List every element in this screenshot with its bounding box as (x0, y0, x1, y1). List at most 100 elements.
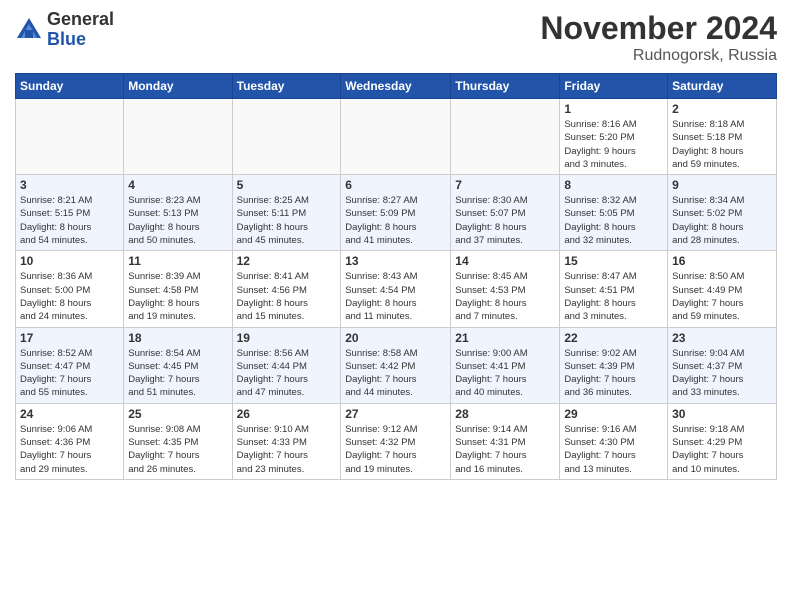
day-number: 13 (345, 254, 446, 268)
day-info: Sunrise: 9:02 AM Sunset: 4:39 PM Dayligh… (564, 347, 663, 400)
page-container: General Blue November 2024 Rudnogorsk, R… (0, 0, 792, 490)
day-info: Sunrise: 9:06 AM Sunset: 4:36 PM Dayligh… (20, 423, 119, 476)
col-tuesday: Tuesday (232, 74, 341, 99)
day-info: Sunrise: 8:54 AM Sunset: 4:45 PM Dayligh… (128, 347, 227, 400)
col-monday: Monday (124, 74, 232, 99)
calendar-week-row: 24 Sunrise: 9:06 AM Sunset: 4:36 PM Dayli… (16, 403, 777, 479)
logo: General Blue (15, 10, 114, 50)
table-row: 10Sunrise: 8:36 AM Sunset: 5:00 PM Dayli… (16, 251, 124, 327)
day-number: 24 (20, 407, 119, 421)
day-info: Sunrise: 9:16 AM Sunset: 4:30 PM Dayligh… (564, 423, 663, 476)
table-row: 17 Sunrise: 8:52 AM Sunset: 4:47 PM Dayli… (16, 327, 124, 403)
header: General Blue November 2024 Rudnogorsk, R… (15, 10, 777, 65)
logo-general-text: General (47, 10, 114, 30)
day-info: Sunrise: 9:10 AM Sunset: 4:33 PM Dayligh… (237, 423, 337, 476)
calendar-week-row: 17 Sunrise: 8:52 AM Sunset: 4:47 PM Dayli… (16, 327, 777, 403)
day-info: Sunrise: 8:41 AM Sunset: 4:56 PM Dayligh… (237, 270, 337, 323)
day-info: Sunrise: 9:04 AM Sunset: 4:37 PM Dayligh… (672, 347, 772, 400)
day-number: 20 (345, 331, 446, 345)
day-number: 7 (455, 178, 555, 192)
day-number: 22 (564, 331, 663, 345)
day-number: 9 (672, 178, 772, 192)
day-info: Sunrise: 8:52 AM Sunset: 4:47 PM Dayligh… (20, 347, 119, 400)
table-row: 14 Sunrise: 8:45 AM Sunset: 4:53 PM Dayli… (451, 251, 560, 327)
day-info: Sunrise: 8:47 AM Sunset: 4:51 PM Dayligh… (564, 270, 663, 323)
table-row: 27 Sunrise: 9:12 AM Sunset: 4:32 PM Dayli… (341, 403, 451, 479)
table-row: 11Sunrise: 8:39 AM Sunset: 4:58 PM Dayli… (124, 251, 232, 327)
table-row: 26 Sunrise: 9:10 AM Sunset: 4:33 PM Dayli… (232, 403, 341, 479)
table-row: 18 Sunrise: 8:54 AM Sunset: 4:45 PM Dayli… (124, 327, 232, 403)
day-number: 11 (128, 254, 227, 268)
day-number: 3 (20, 178, 119, 192)
day-number: 28 (455, 407, 555, 421)
table-row (232, 99, 341, 175)
logo-text: General Blue (47, 10, 114, 50)
day-info: Sunrise: 8:21 AM Sunset: 5:15 PM Dayligh… (20, 194, 119, 247)
day-number: 14 (455, 254, 555, 268)
day-info: Sunrise: 9:12 AM Sunset: 4:32 PM Dayligh… (345, 423, 446, 476)
day-info: Sunrise: 8:18 AM Sunset: 5:18 PM Dayligh… (672, 118, 772, 171)
table-row: 29 Sunrise: 9:16 AM Sunset: 4:30 PM Dayli… (560, 403, 668, 479)
day-number: 18 (128, 331, 227, 345)
day-info: Sunrise: 9:18 AM Sunset: 4:29 PM Dayligh… (672, 423, 772, 476)
table-row: 7 Sunrise: 8:30 AM Sunset: 5:07 PM Daylig… (451, 175, 560, 251)
day-number: 12 (237, 254, 337, 268)
calendar-week-row: 10Sunrise: 8:36 AM Sunset: 5:00 PM Dayli… (16, 251, 777, 327)
day-info: Sunrise: 8:50 AM Sunset: 4:49 PM Dayligh… (672, 270, 772, 323)
day-number: 6 (345, 178, 446, 192)
day-info: Sunrise: 9:08 AM Sunset: 4:35 PM Dayligh… (128, 423, 227, 476)
table-row: 3 Sunrise: 8:21 AM Sunset: 5:15 PM Daylig… (16, 175, 124, 251)
table-row (124, 99, 232, 175)
day-info: Sunrise: 8:56 AM Sunset: 4:44 PM Dayligh… (237, 347, 337, 400)
day-number: 27 (345, 407, 446, 421)
col-friday: Friday (560, 74, 668, 99)
table-row: 1Sunrise: 8:16 AM Sunset: 5:20 PM Daylig… (560, 99, 668, 175)
table-row: 28 Sunrise: 9:14 AM Sunset: 4:31 PM Dayli… (451, 403, 560, 479)
table-row (341, 99, 451, 175)
logo-blue-text: Blue (47, 30, 114, 50)
day-number: 15 (564, 254, 663, 268)
day-number: 17 (20, 331, 119, 345)
day-number: 8 (564, 178, 663, 192)
table-row: 13 Sunrise: 8:43 AM Sunset: 4:54 PM Dayli… (341, 251, 451, 327)
title-block: November 2024 Rudnogorsk, Russia (540, 10, 777, 65)
table-row: 30Sunrise: 9:18 AM Sunset: 4:29 PM Dayli… (668, 403, 777, 479)
day-number: 4 (128, 178, 227, 192)
day-info: Sunrise: 9:14 AM Sunset: 4:31 PM Dayligh… (455, 423, 555, 476)
day-number: 21 (455, 331, 555, 345)
month-title: November 2024 (540, 10, 777, 47)
day-info: Sunrise: 8:34 AM Sunset: 5:02 PM Dayligh… (672, 194, 772, 247)
table-row: 24 Sunrise: 9:06 AM Sunset: 4:36 PM Dayli… (16, 403, 124, 479)
table-row: 5Sunrise: 8:25 AM Sunset: 5:11 PM Daylig… (232, 175, 341, 251)
calendar-header-row: Sunday Monday Tuesday Wednesday Thursday… (16, 74, 777, 99)
col-sunday: Sunday (16, 74, 124, 99)
table-row (16, 99, 124, 175)
calendar-week-row: 3 Sunrise: 8:21 AM Sunset: 5:15 PM Daylig… (16, 175, 777, 251)
day-number: 16 (672, 254, 772, 268)
table-row: 19 Sunrise: 8:56 AM Sunset: 4:44 PM Dayli… (232, 327, 341, 403)
logo-icon (15, 16, 43, 44)
day-number: 1 (564, 102, 663, 116)
table-row: 12 Sunrise: 8:41 AM Sunset: 4:56 PM Dayli… (232, 251, 341, 327)
table-row (451, 99, 560, 175)
day-info: Sunrise: 8:25 AM Sunset: 5:11 PM Dayligh… (237, 194, 337, 247)
day-number: 29 (564, 407, 663, 421)
col-saturday: Saturday (668, 74, 777, 99)
day-number: 26 (237, 407, 337, 421)
day-info: Sunrise: 8:23 AM Sunset: 5:13 PM Dayligh… (128, 194, 227, 247)
day-info: Sunrise: 8:43 AM Sunset: 4:54 PM Dayligh… (345, 270, 446, 323)
col-thursday: Thursday (451, 74, 560, 99)
day-info: Sunrise: 8:58 AM Sunset: 4:42 PM Dayligh… (345, 347, 446, 400)
calendar-table: Sunday Monday Tuesday Wednesday Thursday… (15, 73, 777, 480)
day-info: Sunrise: 8:45 AM Sunset: 4:53 PM Dayligh… (455, 270, 555, 323)
calendar-week-row: 1Sunrise: 8:16 AM Sunset: 5:20 PM Daylig… (16, 99, 777, 175)
day-number: 2 (672, 102, 772, 116)
day-info: Sunrise: 8:30 AM Sunset: 5:07 PM Dayligh… (455, 194, 555, 247)
table-row: 23 Sunrise: 9:04 AM Sunset: 4:37 PM Dayli… (668, 327, 777, 403)
day-number: 19 (237, 331, 337, 345)
day-number: 23 (672, 331, 772, 345)
table-row: 20 Sunrise: 8:58 AM Sunset: 4:42 PM Dayli… (341, 327, 451, 403)
table-row: 2 Sunrise: 8:18 AM Sunset: 5:18 PM Daylig… (668, 99, 777, 175)
day-info: Sunrise: 8:27 AM Sunset: 5:09 PM Dayligh… (345, 194, 446, 247)
day-number: 25 (128, 407, 227, 421)
